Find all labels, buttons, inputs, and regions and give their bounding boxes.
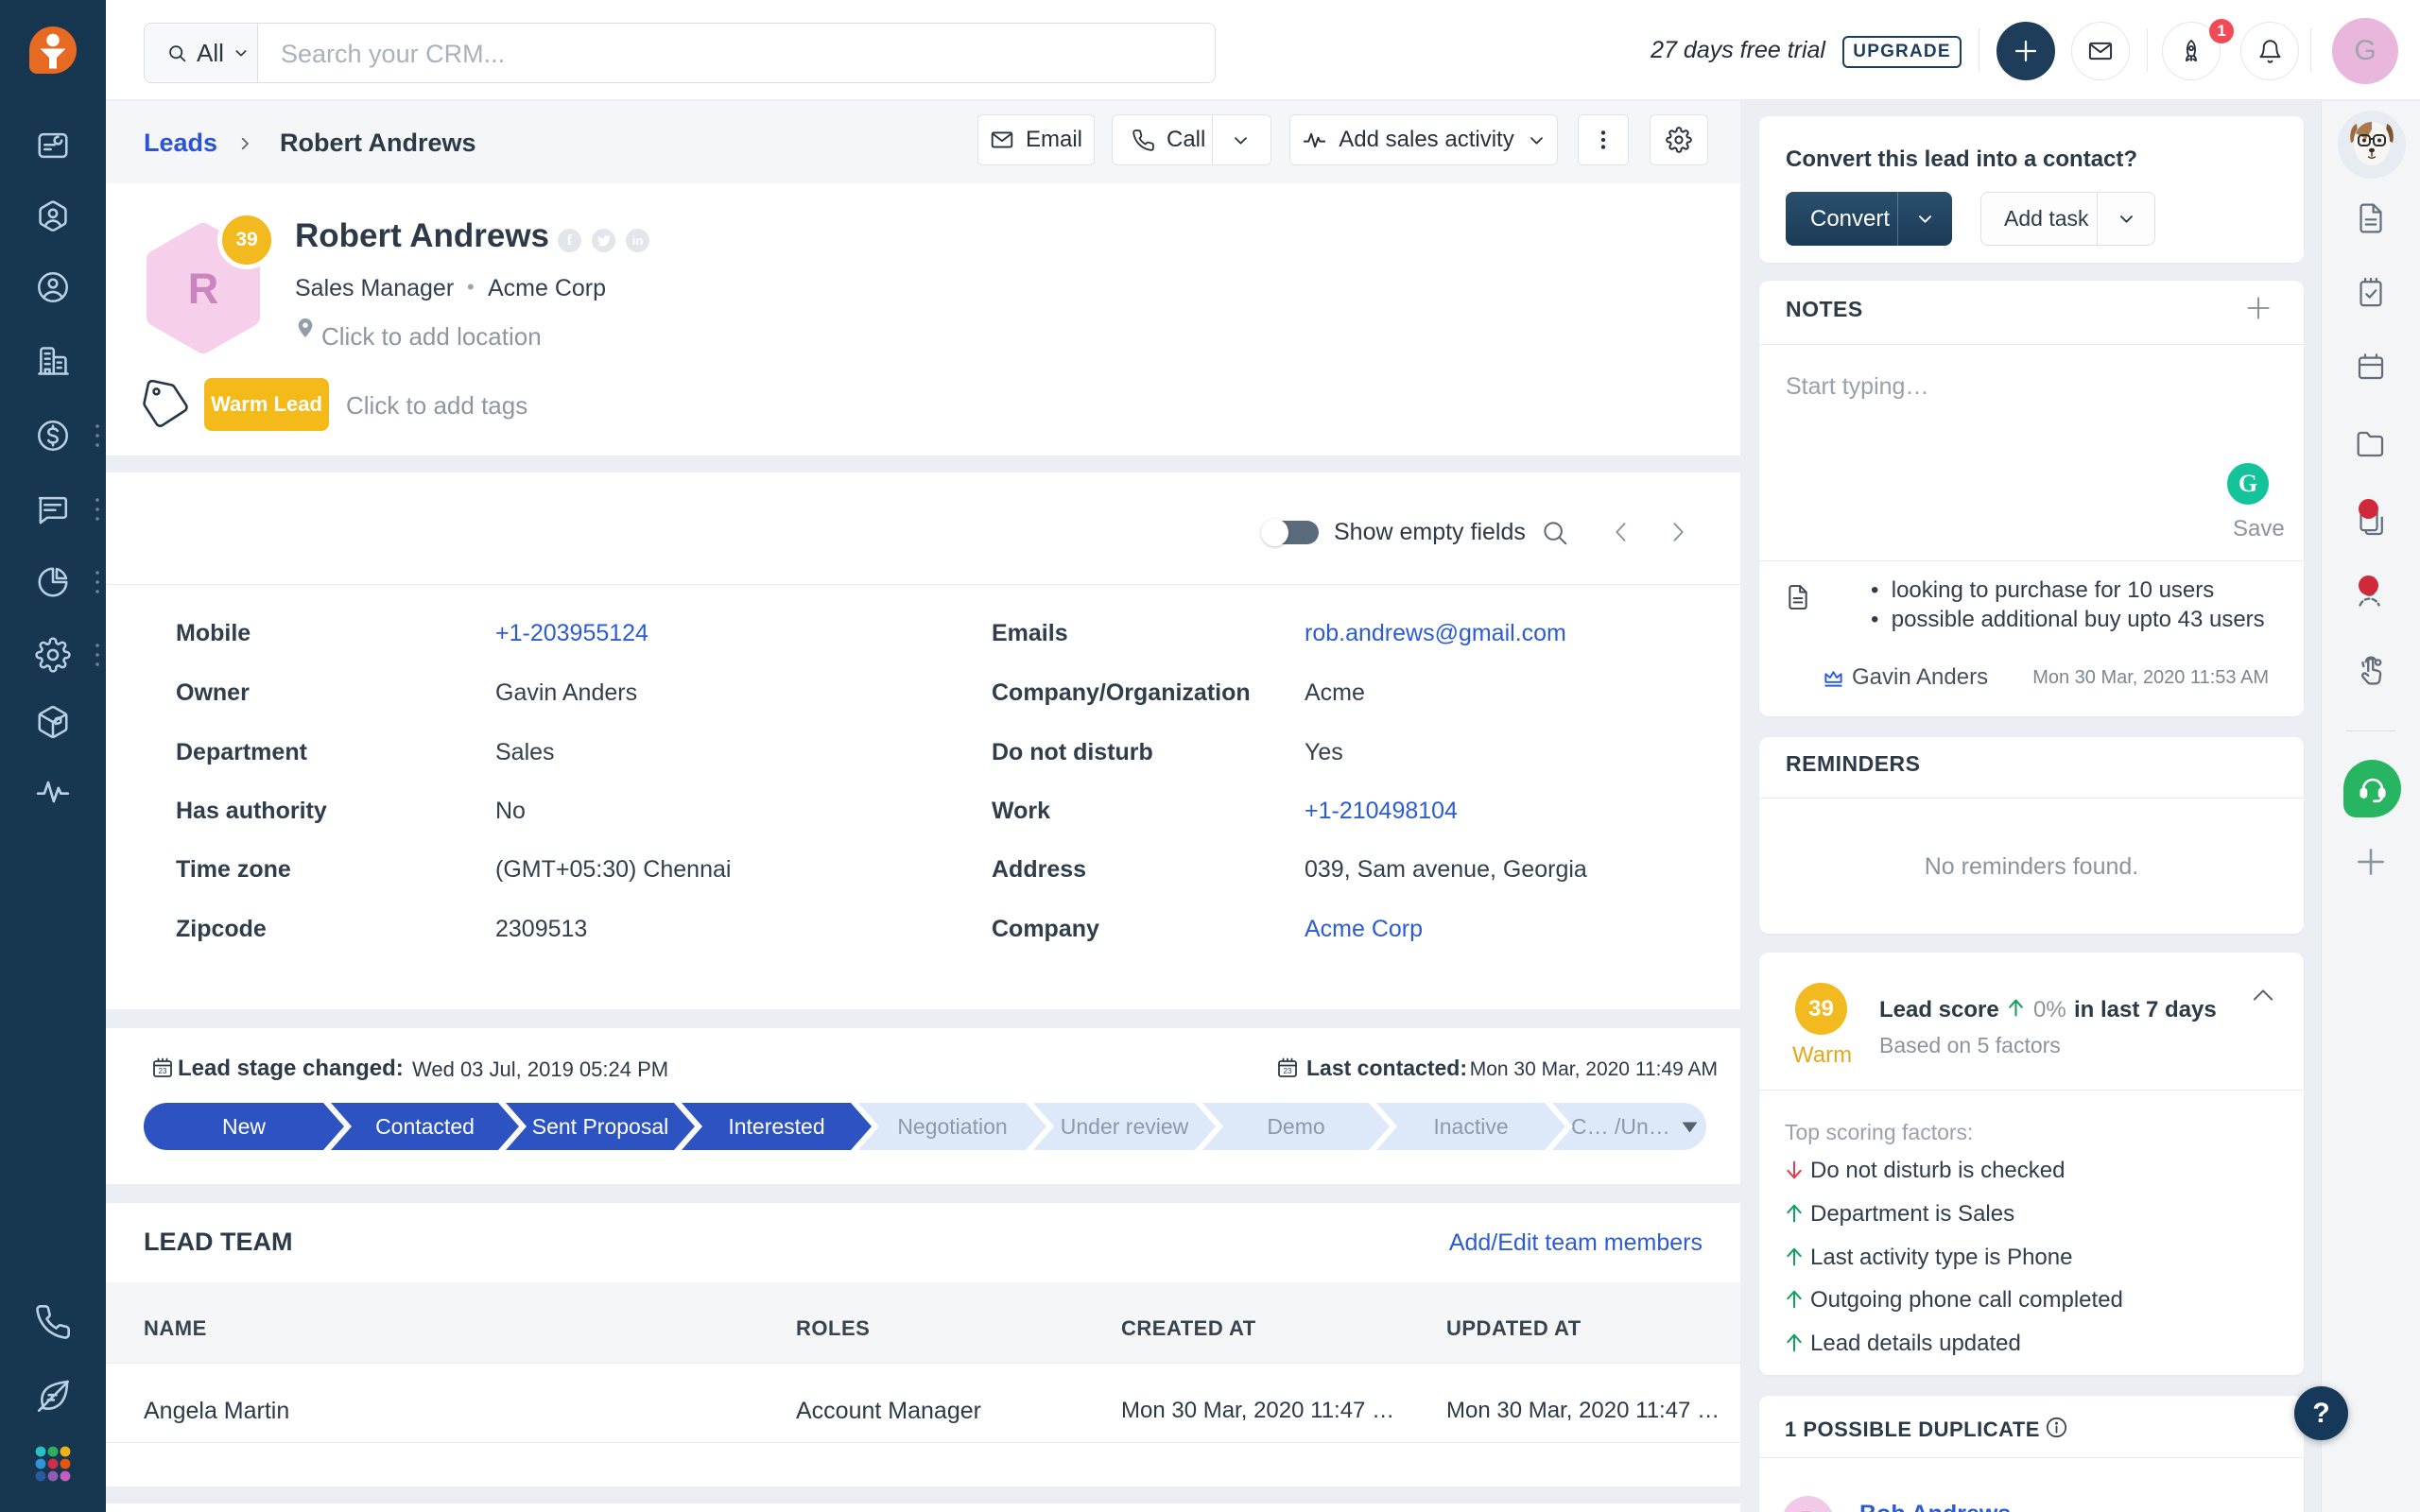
svg-text:R: R [188, 265, 219, 313]
svg-text:23: 23 [1284, 1067, 1292, 1075]
svg-text:23: 23 [159, 1067, 167, 1075]
